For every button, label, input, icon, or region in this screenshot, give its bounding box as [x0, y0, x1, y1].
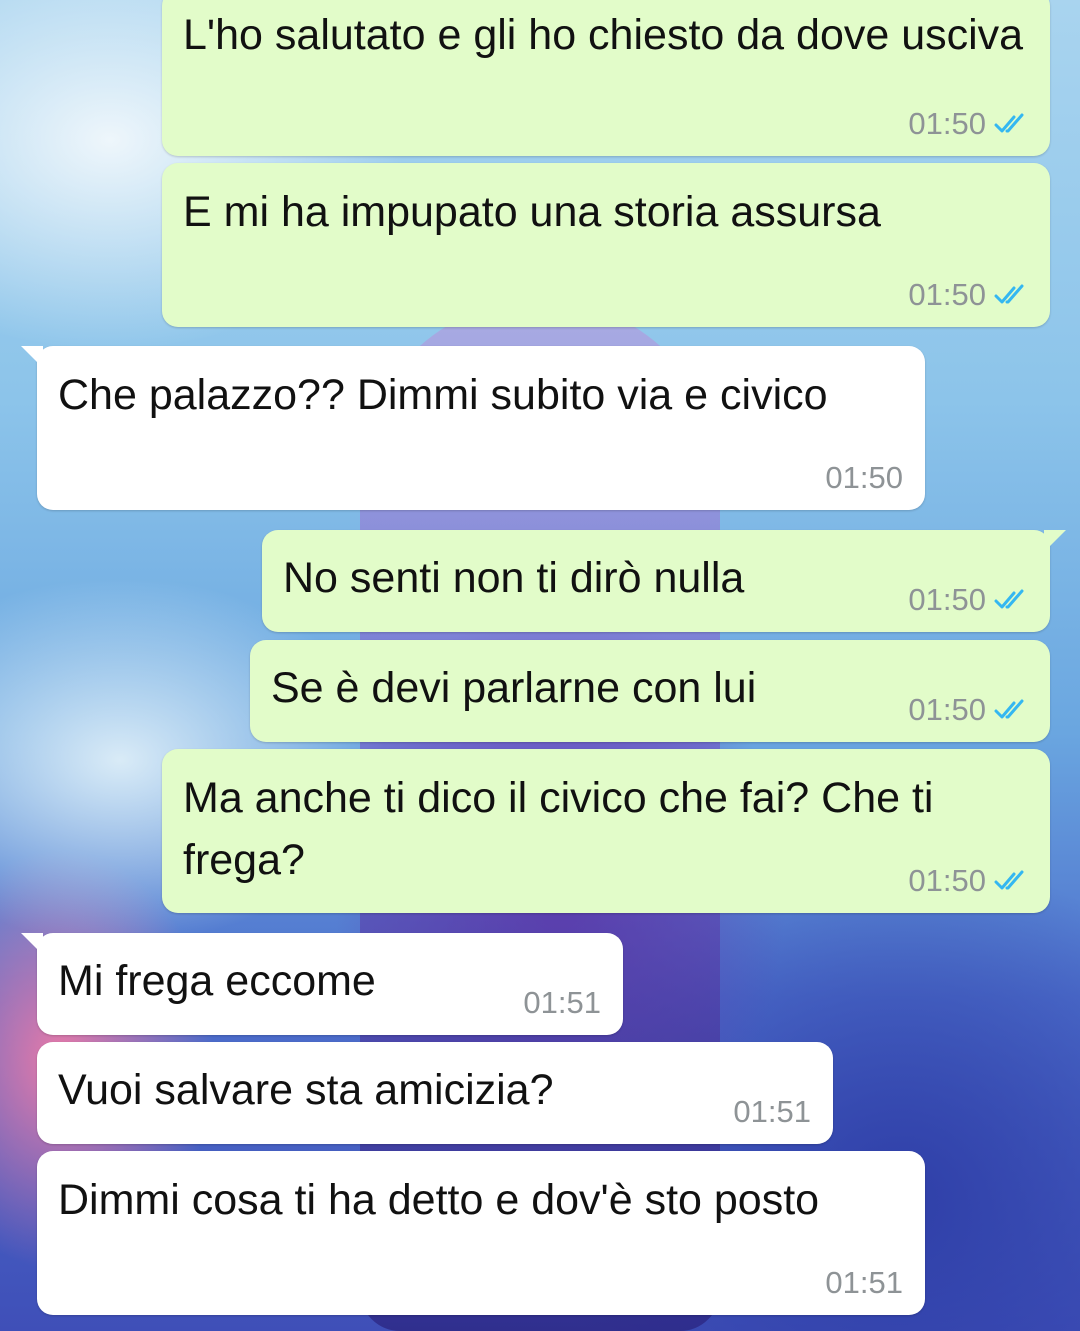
double-check-read-icon: [994, 113, 1024, 133]
outgoing-message[interactable]: L'ho salutato e gli ho chiesto da dove u…: [162, 0, 1050, 156]
double-check-read-icon: [994, 589, 1024, 609]
message-time: 01:50: [908, 582, 986, 617]
bubble-tail: [21, 346, 43, 368]
outgoing-message[interactable]: No senti non ti dirò nulla 01:50: [262, 530, 1066, 632]
message-text: Dimmi cosa ti ha detto e dov'è sto posto: [58, 1176, 820, 1224]
message-text: Ma anche ti dico il civico che fai? Che …: [183, 774, 934, 884]
bubble-tail: [21, 933, 43, 955]
incoming-message[interactable]: Vuoi salvare sta amicizia? 01:51: [37, 1042, 833, 1144]
outgoing-message[interactable]: E mi ha impupato una storia assursa 01:5…: [162, 163, 1050, 327]
message-text: Mi frega eccome: [58, 957, 376, 1005]
message-time: 01:51: [733, 1094, 811, 1129]
outgoing-message[interactable]: Ma anche ti dico il civico che fai? Che …: [162, 749, 1050, 913]
message-time: 01:51: [825, 1265, 903, 1300]
double-check-read-icon: [994, 699, 1024, 719]
outgoing-message[interactable]: Se è devi parlarne con lui 01:50: [250, 640, 1050, 742]
incoming-message[interactable]: Dimmi cosa ti ha detto e dov'è sto posto…: [37, 1151, 925, 1315]
incoming-message[interactable]: Che palazzo?? Dimmi subito via e civico …: [21, 346, 925, 510]
message-time: 01:50: [908, 692, 986, 727]
message-text: L'ho salutato e gli ho chiesto da dove u…: [183, 11, 1024, 59]
double-check-read-icon: [994, 870, 1024, 890]
message-text: Vuoi salvare sta amicizia?: [58, 1066, 554, 1114]
message-text: E mi ha impupato una storia assursa: [183, 188, 881, 236]
message-time: 01:50: [908, 863, 986, 898]
message-time: 01:50: [908, 106, 986, 141]
incoming-message[interactable]: Mi frega eccome 01:51: [21, 933, 623, 1035]
message-time: 01:50: [908, 277, 986, 312]
double-check-read-icon: [994, 284, 1024, 304]
bubble-tail: [1044, 530, 1066, 552]
message-text: Che palazzo?? Dimmi subito via e civico: [58, 371, 828, 419]
message-time: 01:50: [825, 460, 903, 495]
message-time: 01:51: [523, 985, 601, 1020]
